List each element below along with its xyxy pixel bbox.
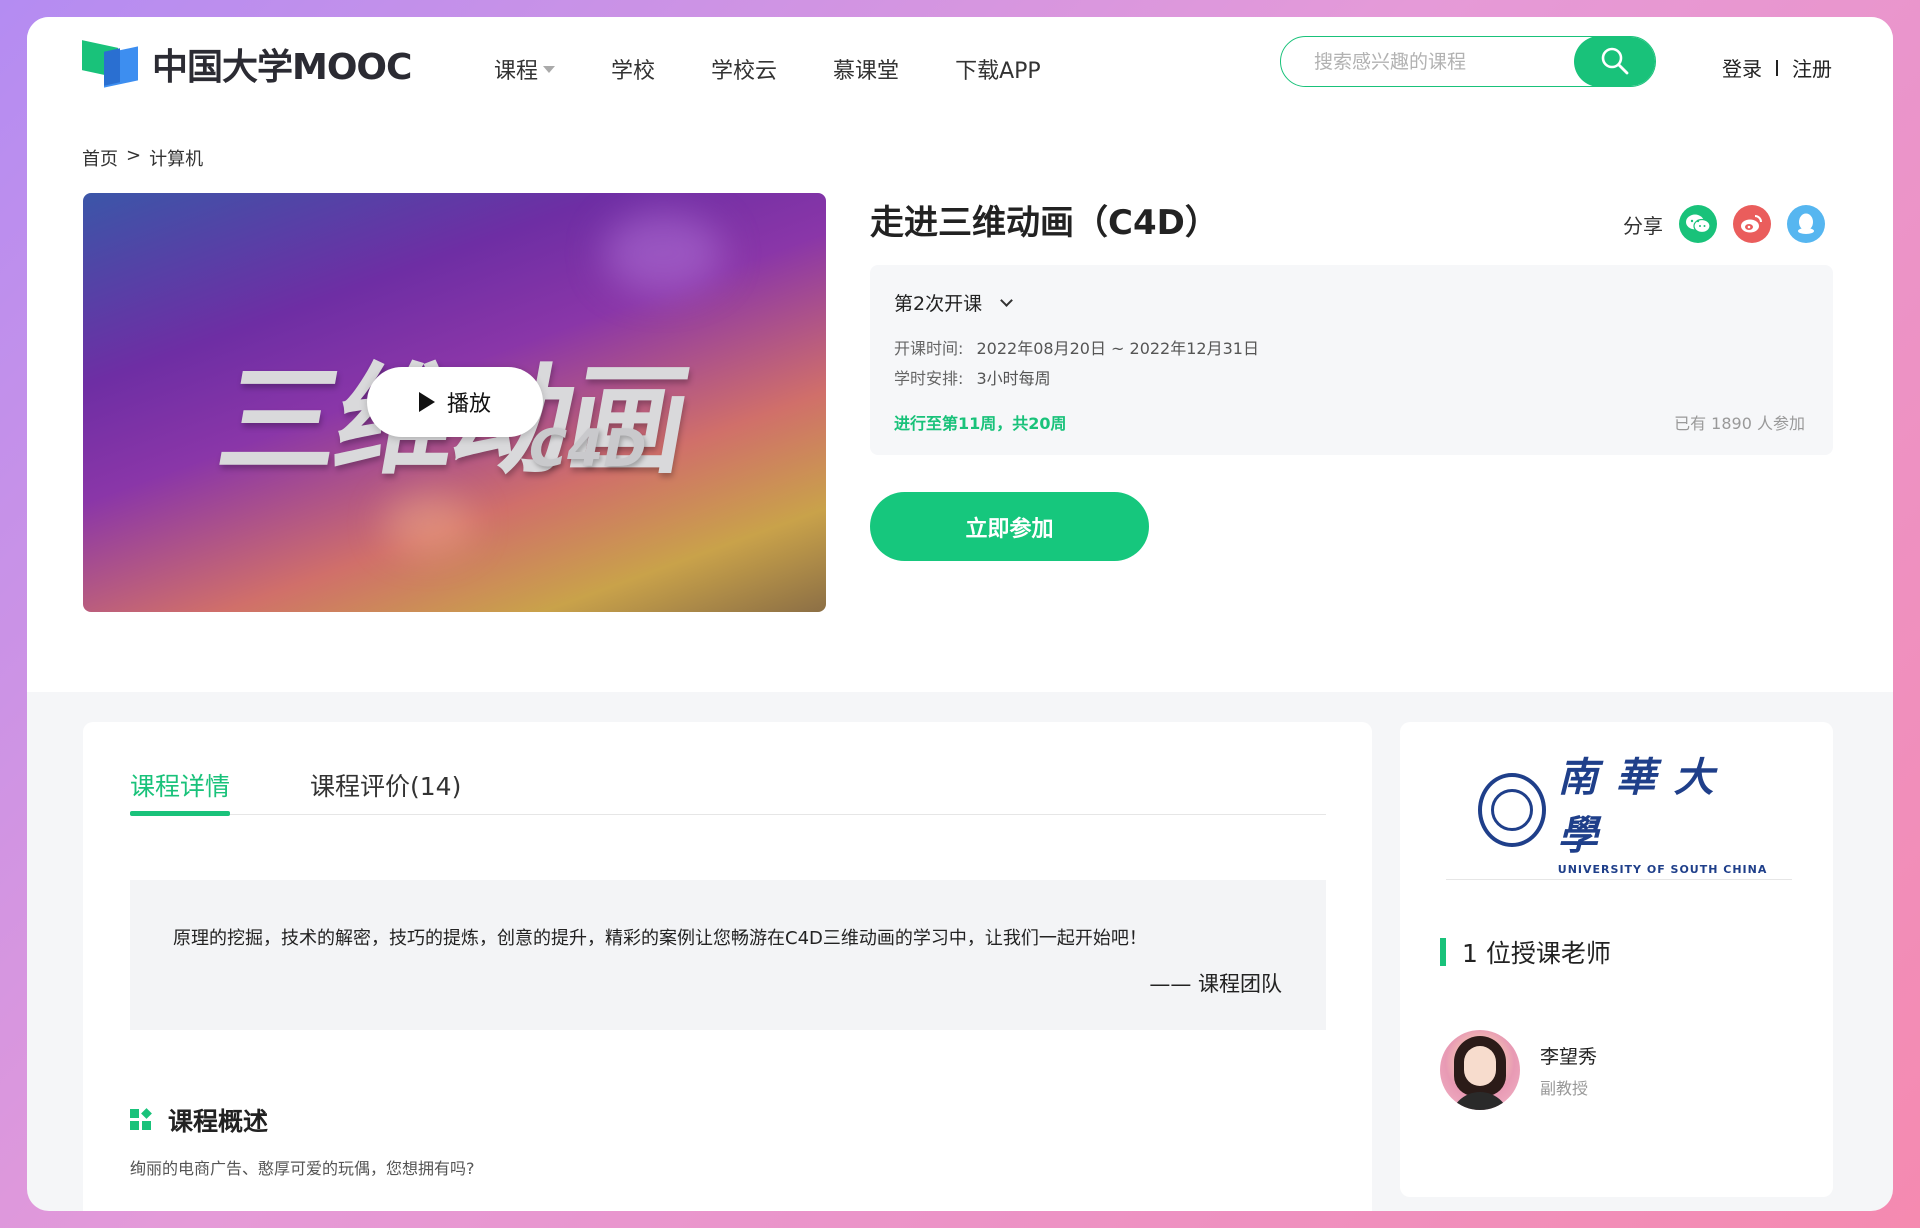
course-detail-panel: 课程详情 课程评价(14) 原理的挖掘，技术的解密，技巧的提炼，创意的提升，精彩… bbox=[83, 722, 1372, 1211]
share-bar: 分享 bbox=[1623, 205, 1825, 243]
auth-divider bbox=[1776, 59, 1778, 76]
browser-window: 中国大学MOOC 课程 学校 学校云 慕课堂 下载APP 登录 bbox=[27, 17, 1893, 1211]
share-label: 分享 bbox=[1623, 213, 1663, 238]
schedule-value: 2022年08月20日 ~ 2022年12月31日 bbox=[976, 339, 1259, 358]
main-nav: 课程 学校 学校云 慕课堂 下载APP bbox=[494, 53, 1097, 85]
mooc-logo-icon bbox=[82, 40, 144, 88]
teachers-heading-text: 1 位授课老师 bbox=[1462, 939, 1611, 968]
nav-label: 课程 bbox=[494, 59, 539, 84]
teacher-card[interactable]: 李望秀 副教授 bbox=[1440, 1030, 1597, 1110]
schedule-row: 开课时间: 2022年08月20日 ~ 2022年12月31日 bbox=[894, 335, 1259, 359]
university-name-en: UNIVERSITY OF SOUTH CHINA bbox=[1557, 862, 1768, 876]
course-video-player[interactable]: 三维动画 C4D 播放 bbox=[83, 193, 826, 612]
tab-course-reviews[interactable]: 课程评价(14) bbox=[310, 767, 461, 815]
course-header-section: 中国大学MOOC 课程 学校 学校云 慕课堂 下载APP 登录 bbox=[27, 17, 1893, 692]
video-subtitle-art: C4D bbox=[529, 419, 647, 479]
site-logo[interactable]: 中国大学MOOC bbox=[82, 37, 412, 91]
overview-heading: 课程概述 bbox=[130, 1102, 268, 1138]
login-link[interactable]: 登录 bbox=[1722, 53, 1762, 82]
hours-value: 3小时每周 bbox=[976, 369, 1051, 388]
nav-label: 学校云 bbox=[711, 59, 778, 84]
detail-tabs: 课程详情 课程评价(14) bbox=[130, 767, 1326, 816]
term-selector[interactable]: 第2次开课 bbox=[894, 289, 1013, 316]
join-button[interactable]: 立即参加 bbox=[870, 492, 1149, 561]
overview-text: 绚丽的电商广告、憨厚可爱的玩偶，您想拥有吗? bbox=[130, 1159, 475, 1178]
breadcrumb: 首页 > 计算机 bbox=[82, 145, 203, 171]
qq-icon[interactable] bbox=[1787, 205, 1825, 243]
search-input[interactable] bbox=[1281, 50, 1571, 73]
hours-row: 学时安排: 3小时每周 bbox=[894, 365, 1051, 389]
video-bokeh bbox=[383, 493, 473, 553]
nav-label: 下载APP bbox=[955, 59, 1041, 84]
nav-item-download-app[interactable]: 下载APP bbox=[955, 53, 1041, 85]
search-box bbox=[1280, 36, 1656, 87]
quote-author: —— 课程团队 bbox=[1149, 972, 1282, 996]
search-icon bbox=[1601, 47, 1629, 75]
weibo-icon[interactable] bbox=[1733, 205, 1771, 243]
teacher-title: 副教授 bbox=[1540, 1078, 1589, 1098]
heading-accent-bar bbox=[1440, 938, 1446, 966]
university-name: 南華大學 UNIVERSITY OF SOUTH CHINA bbox=[1558, 745, 1768, 876]
play-button[interactable]: 播放 bbox=[367, 367, 543, 437]
avatar bbox=[1440, 1030, 1520, 1110]
breadcrumb-separator: > bbox=[126, 145, 142, 166]
university-logo[interactable]: 南華大學 UNIVERSITY OF SOUTH CHINA bbox=[1478, 754, 1768, 876]
nav-item-courses[interactable]: 课程 bbox=[494, 53, 556, 85]
breadcrumb-current[interactable]: 计算机 bbox=[149, 145, 203, 171]
university-name-cn: 南華大學 bbox=[1557, 753, 1732, 859]
breadcrumb-home[interactable]: 首页 bbox=[82, 145, 118, 171]
term-label: 第2次开课 bbox=[894, 293, 983, 315]
nav-label: 学校 bbox=[611, 59, 656, 84]
hours-label: 学时安排: bbox=[894, 369, 964, 388]
overview-title: 课程概述 bbox=[168, 1107, 269, 1136]
quote-text: 原理的挖掘，技术的解密，技巧的提炼，创意的提升，精彩的案例让您畅游在C4D三维动… bbox=[173, 928, 1147, 949]
play-icon bbox=[418, 392, 435, 412]
nav-item-mooc-class[interactable]: 慕课堂 bbox=[833, 53, 899, 85]
overview-icon bbox=[130, 1108, 152, 1131]
chevron-down-icon bbox=[1000, 293, 1013, 307]
course-progress: 进行至第11周，共20周 bbox=[894, 414, 1067, 433]
side-panel: 南華大學 UNIVERSITY OF SOUTH CHINA 1 位授课老师 李… bbox=[1400, 722, 1833, 1197]
nav-label: 慕课堂 bbox=[833, 59, 900, 84]
caret-down-icon bbox=[543, 65, 556, 73]
wechat-icon[interactable] bbox=[1679, 205, 1717, 243]
nav-item-school-cloud[interactable]: 学校云 bbox=[711, 53, 777, 85]
teacher-info: 李望秀 副教授 bbox=[1540, 1042, 1597, 1099]
play-label: 播放 bbox=[446, 392, 491, 417]
course-title: 走进三维动画（C4D） bbox=[870, 203, 1219, 243]
course-info-card: 第2次开课 开课时间: 2022年08月20日 ~ 2022年12月31日 学时… bbox=[870, 265, 1833, 455]
side-divider bbox=[1446, 879, 1792, 880]
university-seal-icon bbox=[1478, 773, 1546, 847]
logo-text: 中国大学MOOC bbox=[152, 47, 412, 88]
teacher-name: 李望秀 bbox=[1540, 1045, 1598, 1068]
teachers-heading: 1 位授课老师 bbox=[1440, 934, 1611, 970]
video-bokeh bbox=[603, 213, 723, 293]
register-link[interactable]: 注册 bbox=[1792, 53, 1832, 82]
tab-course-details[interactable]: 课程详情 bbox=[130, 767, 231, 816]
search-button[interactable] bbox=[1574, 37, 1655, 86]
course-quote: 原理的挖掘，技术的解密，技巧的提炼，创意的提升，精彩的案例让您畅游在C4D三维动… bbox=[130, 880, 1326, 1030]
enrolled-count: 已有 1890 人参加 bbox=[1674, 414, 1805, 433]
nav-item-schools[interactable]: 学校 bbox=[611, 53, 655, 85]
schedule-label: 开课时间: bbox=[894, 339, 964, 358]
auth-links: 登录 注册 bbox=[1722, 53, 1832, 82]
